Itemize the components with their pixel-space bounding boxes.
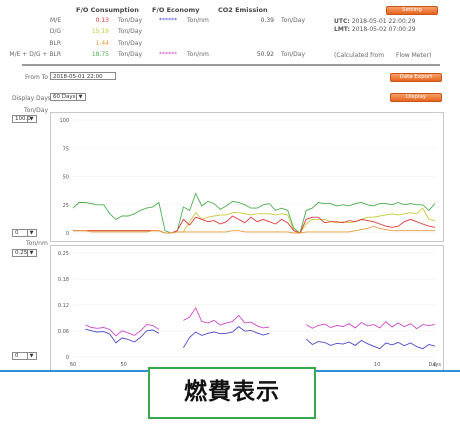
chart2-ymin-value: 0 (15, 353, 19, 359)
series-line (73, 225, 435, 234)
y-tick-label: 0.12 (58, 303, 69, 309)
row-unit: Ton/Day (118, 28, 142, 35)
utc-label: UTC: (334, 18, 350, 25)
economy-value-top: ****** (159, 17, 177, 24)
chart1-ymin-value: 0 (15, 230, 19, 236)
row-label: D/G (49, 28, 61, 35)
chevron-down-icon: ▼ (27, 230, 35, 236)
chevron-down-icon: ▼ (27, 250, 35, 256)
emission-unit-top: Ton/Day (281, 17, 305, 24)
economy-unit-top: Ton/nm (187, 17, 209, 24)
y-tick-label: 0 (66, 231, 69, 237)
chevron-down-icon: ▼ (27, 116, 35, 122)
y-tick-label: 50 (63, 175, 69, 181)
co2-emission-header: CO2 Emission (218, 6, 268, 14)
setting-button[interactable]: Setting (386, 6, 438, 15)
y-tick-label: 0.06 (58, 329, 69, 335)
row-label: BLR (49, 40, 61, 47)
chart2-ymax-value: 0.25 (15, 250, 28, 256)
chart1-ymin-select[interactable]: 0 ▼ (12, 229, 37, 237)
caption-label: 燃費表示 (148, 367, 316, 419)
economy-chart: 0.25 0.18 0.12 0.06 0 60 50 10 0 Days (50, 245, 444, 371)
fo-consumption-header: F/O Consumption (76, 6, 139, 14)
lmt-label: LMT: (334, 26, 350, 33)
y-tick-label: 75 (63, 146, 69, 152)
from-to-input[interactable]: 2018-05-01 22:00 (50, 72, 116, 80)
chart2-ymax-select[interactable]: 0.25 ▼ (12, 249, 37, 257)
series-line (73, 215, 436, 234)
row-value: 18.75 (91, 51, 109, 58)
from-to-label: From To (25, 74, 49, 81)
consumption-chart-svg: 100 75 50 25 0 (59, 118, 436, 237)
row-unit: Ton/Day (118, 51, 142, 58)
row-value: 15.19 (91, 28, 109, 35)
utc-value: 2018-05-01 22:00:29 (351, 18, 416, 25)
section-divider (22, 64, 440, 66)
y-tick-label: 0.18 (58, 277, 69, 283)
x-tick-label: 60 (70, 362, 76, 368)
chart1-unit-label: Ton/Day (24, 107, 48, 114)
y-tick-label: 25 (63, 203, 69, 209)
emission-value-bottom: 50.92 (256, 51, 274, 58)
economy-chart-svg: 0.250.180.120.06060 50 10 0Days (58, 251, 442, 368)
y-tick-label: 100 (59, 118, 69, 124)
y-tick-label: 0.25 (58, 251, 69, 257)
chart2-unit-label: Ton/nm (26, 240, 48, 247)
y-tick-label: 0 (66, 355, 69, 361)
display-button[interactable]: Display (390, 93, 442, 102)
emission-value-top: 0.39 (260, 17, 274, 24)
x-axis-label: Days (429, 362, 442, 368)
row-unit: Ton/Day (118, 40, 142, 47)
x-tick-label: 10 (374, 362, 380, 368)
utc-time: UTC: 2018-05-01 22:00:29 (334, 18, 415, 25)
row-unit: Ton/Day (118, 17, 142, 24)
series-line (85, 326, 436, 350)
chart2-ymin-select[interactable]: 0 ▼ (12, 352, 37, 360)
display-days-value: 60 Days (53, 94, 76, 100)
economy-unit-bottom: Ton/nm (187, 51, 209, 58)
emission-unit-bottom: Ton/Day (281, 51, 305, 58)
row-label: M/E + D/G + BLR (9, 51, 61, 58)
display-days-select[interactable]: 60 Days ▼ (50, 93, 86, 101)
display-days-label: Display Days (12, 95, 51, 102)
series-line (85, 306, 436, 337)
x-tick-label: 50 (120, 362, 126, 368)
lmt-time: LMT: 2018-05-02 07:00:29 (334, 26, 416, 33)
series-line (72, 192, 436, 234)
calc-note: (Calculated from (334, 52, 385, 59)
flow-meter-note: Flow Meter) (396, 52, 432, 59)
row-value: 1.44 (95, 40, 109, 47)
lmt-value: 2018-05-02 07:00:29 (351, 26, 416, 33)
economy-value-bottom: ****** (159, 51, 177, 58)
chart1-ymax-select[interactable]: 100.0 ▼ (12, 115, 37, 123)
consumption-chart: 100 75 50 25 0 (50, 112, 444, 242)
data-export-button[interactable]: Data Export (390, 73, 442, 82)
fo-economy-header: F/O Economy (152, 6, 200, 14)
series-line (73, 207, 436, 234)
chevron-down-icon: ▼ (27, 353, 35, 359)
chevron-down-icon: ▼ (76, 94, 84, 100)
row-value: 0.13 (95, 17, 109, 24)
row-label: M/E (50, 17, 61, 24)
